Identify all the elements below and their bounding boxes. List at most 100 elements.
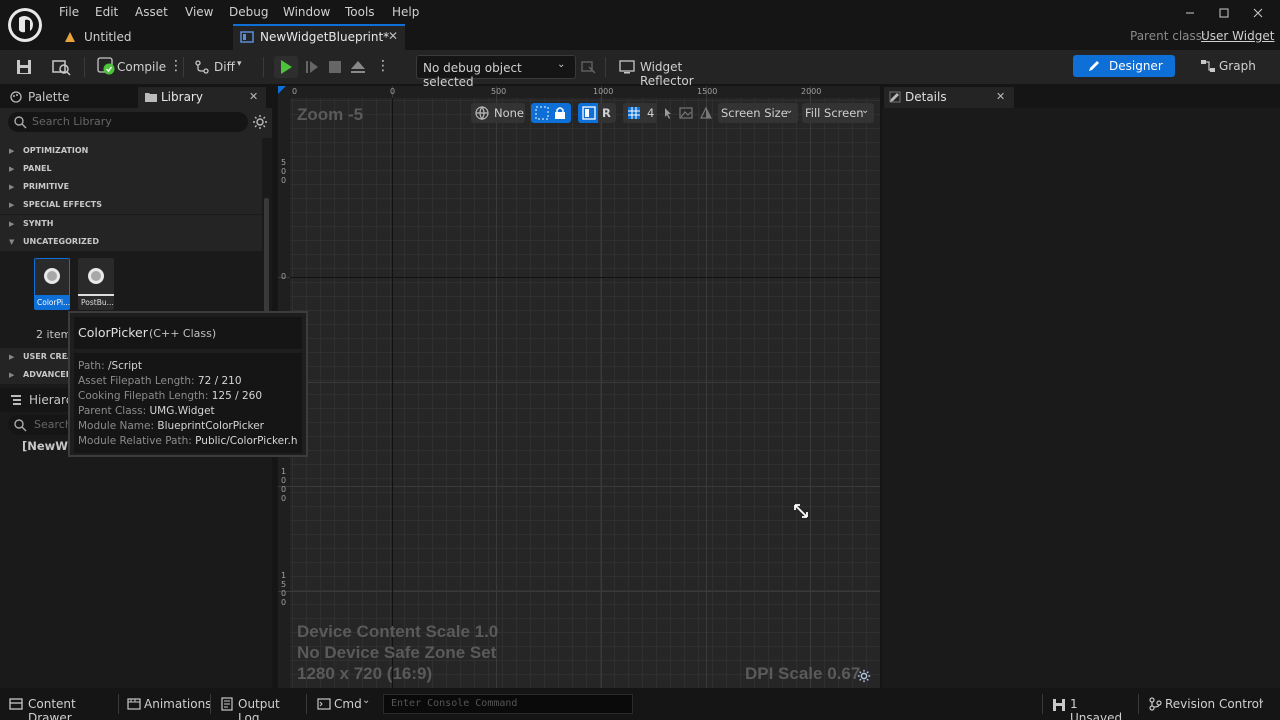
content-drawer-button[interactable]: Content Drawer (6, 691, 116, 720)
content-drawer-icon (9, 698, 23, 710)
menu-file[interactable]: File (59, 5, 79, 19)
grid-size-value: 4 (647, 106, 655, 120)
parent-class-link[interactable]: User Widget (1201, 29, 1274, 43)
tooltip-value: /Script (107, 360, 142, 372)
tooltip-value: 125 / 260 (211, 390, 263, 402)
category-label: SYNTH (23, 219, 54, 228)
graph-button[interactable]: Graph (1196, 57, 1256, 77)
library-item-colorpicker[interactable]: ColorPi... (34, 258, 70, 310)
diff-icon (195, 60, 209, 74)
status-bar: Content Drawer Animations Output Log Cmd… (0, 688, 1280, 720)
tab-untitled[interactable]: Untitled (58, 26, 232, 50)
fill-screen-dropdown[interactable]: Fill Screen ⌄ (802, 103, 874, 123)
close-tab-icon[interactable]: ✕ (996, 90, 1005, 103)
save-icon[interactable] (15, 58, 33, 76)
play-button[interactable] (274, 56, 298, 78)
debug-filter-icon[interactable] (580, 59, 596, 75)
tab-details[interactable]: Details ✕ (884, 87, 1014, 108)
unsaved-label: 1 Unsaved (1070, 697, 1123, 720)
close-tab-icon[interactable]: ✕ (388, 29, 398, 43)
debug-object-dropdown[interactable]: No debug object selected ⌄ (416, 55, 576, 89)
title-bar: File Edit Asset View Debug Window Tools … (0, 0, 1280, 50)
library-search-input[interactable]: Search Library (8, 112, 248, 132)
resize-handle-icon[interactable] (793, 503, 809, 519)
image-icon[interactable] (679, 106, 693, 120)
widget-reflector-icon (619, 60, 635, 74)
item-count: 2 item (36, 328, 72, 341)
localize-preview-button[interactable]: None (471, 103, 525, 123)
tab-palette[interactable]: Palette (4, 87, 134, 108)
lock-icon (555, 107, 565, 119)
level-icon (65, 32, 75, 42)
category-optimization[interactable]: ▶ OPTIMIZATION (0, 142, 262, 160)
unsaved-button[interactable]: 1 Unsaved (1050, 691, 1130, 720)
graph-label: Graph (1219, 59, 1256, 73)
widget-reflector-button[interactable]: Widget Reflector (619, 58, 739, 88)
step-icon[interactable] (302, 57, 322, 77)
stop-icon[interactable] (325, 57, 345, 77)
ruler-label: 1000 (593, 87, 614, 96)
browse-icon[interactable] (51, 58, 71, 76)
menu-tools[interactable]: Tools (345, 5, 375, 19)
category-panel[interactable]: ▶ PANEL (0, 160, 262, 178)
category-uncategorized[interactable]: ▼ UNCATEGORIZED (0, 233, 262, 251)
menu-help[interactable]: Help (392, 5, 419, 19)
category-label: SPECIAL EFFECTS (23, 200, 102, 209)
maximize-icon[interactable] (1216, 5, 1232, 21)
close-window-icon[interactable] (1250, 5, 1266, 21)
cursor-icon[interactable] (662, 106, 674, 120)
tab-label: NewWidgetBlueprint* (260, 30, 390, 44)
tab-new-widget-blueprint[interactable]: NewWidgetBlueprint* ✕ (233, 24, 405, 50)
unreal-logo-icon[interactable] (8, 8, 42, 42)
category-primitive[interactable]: ▶ PRIMITIVE (0, 178, 262, 196)
r-toggle: R (602, 106, 611, 120)
category-label: UNCATEGORIZED (23, 237, 99, 246)
play-options-icon[interactable]: ⋮ (376, 58, 390, 76)
eject-icon[interactable] (348, 57, 368, 77)
snap-toggle-group[interactable] (531, 103, 571, 123)
minimize-icon[interactable] (1182, 5, 1198, 21)
category-special-effects[interactable]: ▶ SPECIAL EFFECTS (0, 196, 262, 214)
tooltip-line: Path: /Script (78, 360, 142, 372)
designer-label: Designer (1109, 59, 1163, 73)
revision-control-label: Revision Control (1165, 697, 1263, 711)
tooltip-key: Module Relative Path: (78, 435, 192, 447)
dpi-settings-gear-icon[interactable] (857, 669, 871, 683)
console-command-input[interactable]: Enter Console Command (383, 694, 633, 714)
diff-button[interactable]: Diff ▾ (194, 58, 250, 78)
play-icon (281, 60, 292, 74)
close-tab-icon[interactable]: ✕ (249, 90, 258, 103)
tooltip-line: Cooking Filepath Length: 125 / 260 (78, 390, 262, 402)
search-placeholder: Search Library (32, 115, 112, 128)
menu-view[interactable]: View (185, 5, 213, 19)
revision-control-button[interactable]: Revision Control ⌄ (1146, 691, 1270, 717)
menu-edit[interactable]: Edit (95, 5, 118, 19)
tooltip-line: Module Relative Path: Public/ColorPicker… (78, 435, 298, 447)
compile-label: Compile (117, 60, 167, 74)
menu-debug[interactable]: Debug (229, 5, 268, 19)
safe-zone-label: No Device Safe Zone Set (297, 643, 497, 662)
output-log-button[interactable]: Output Log (218, 691, 302, 720)
grid-size-button[interactable]: 4 (623, 103, 657, 123)
settings-gear-icon[interactable] (252, 114, 268, 130)
ruler-label: 500 (491, 87, 507, 96)
ruler-label: 1 5 0 0 (281, 571, 287, 607)
library-item-postbuffer[interactable]: PostBu... (78, 258, 114, 310)
compile-options-icon[interactable]: ⋮ (169, 58, 183, 76)
compile-button[interactable]: Compile (95, 57, 167, 77)
menu-asset[interactable]: Asset (135, 5, 168, 19)
tooltip-value: 72 / 210 (197, 375, 242, 387)
designer-canvas[interactable]: 0 0 500 1000 1500 2000 5 0 0 0 1 0 0 0 1… (278, 86, 880, 688)
designer-button[interactable]: Designer (1073, 55, 1175, 77)
screen-size-label: Screen Size (721, 106, 788, 120)
category-synth[interactable]: ▶ SYNTH (0, 215, 262, 233)
transform-toggle-group[interactable]: R (578, 103, 616, 123)
screen-size-dropdown[interactable]: Screen Size ⌄ (718, 103, 798, 123)
cmd-dropdown[interactable]: Cmd ⌄ (314, 691, 376, 717)
animations-button[interactable]: Animations (124, 691, 211, 717)
menu-window[interactable]: Window (283, 5, 330, 19)
class-tooltip: ColorPicker (C++ Class) Path: /Script As… (68, 311, 308, 457)
chevron-down-icon: ⌄ (362, 695, 371, 706)
contrast-icon[interactable] (699, 106, 713, 120)
tab-library[interactable]: Library ✕ (138, 87, 266, 108)
